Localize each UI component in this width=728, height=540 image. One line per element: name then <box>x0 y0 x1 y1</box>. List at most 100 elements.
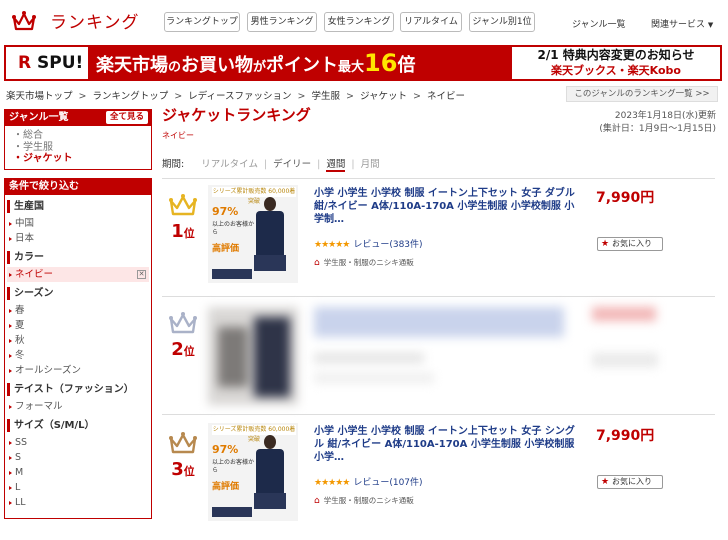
filter-item[interactable]: 冬 <box>7 348 149 363</box>
filter-item[interactable]: 中国 <box>7 216 149 231</box>
rank-value: 3 <box>171 459 184 480</box>
related-services-menu[interactable]: 関連サービス ▼ <box>651 17 713 30</box>
breadcrumb-item[interactable]: ランキングトップ <box>92 91 168 102</box>
breadcrumb-separator: > <box>346 91 354 102</box>
tab-divider: | <box>317 159 321 170</box>
filter-item[interactable]: S <box>7 450 149 465</box>
product-price: 7,990円 <box>596 190 655 206</box>
filter-item[interactable]: M <box>7 465 149 480</box>
nav-genre-first-button[interactable]: ジャンル別1位 <box>469 12 535 32</box>
product-image[interactable]: シリーズ累計販売数 60,000着突破 97% 以上のお客様から 高評価 <box>208 185 298 283</box>
nav-female-ranking-button[interactable]: 女性ランキング <box>324 12 394 32</box>
badge-text: 以上のお客様から <box>212 221 255 236</box>
rank-suffix: 位 <box>183 465 195 478</box>
filter-section-title: カラー <box>7 250 149 264</box>
nav-realtime-button[interactable]: リアルタイム <box>400 12 462 32</box>
product-title-link[interactable]: 小学 小学生 小学校 制服 イートン上下セット 女子 ダブル 紺/ネイビー A体… <box>314 187 576 226</box>
banner-text-b: の <box>168 60 182 75</box>
review-link[interactable]: レビュー(383件) <box>353 240 422 250</box>
tab-monthly[interactable]: 月間 <box>361 159 380 170</box>
product-image[interactable]: シリーズ累計販売数 60,000着突破 97% 以上のお客様から 高評価 <box>208 423 298 521</box>
filter-title: 条件で絞り込む <box>9 180 79 192</box>
genre-list-header: ジャンル一覧 全て見る <box>4 109 152 126</box>
rank-number: 3位 <box>166 459 200 483</box>
genre-ranking-list-link[interactable]: このジャンルのランキング一覧 >> <box>566 86 718 102</box>
filter-item[interactable]: 夏 <box>7 318 149 333</box>
tab-realtime[interactable]: リアルタイム <box>201 159 258 170</box>
filter-item[interactable]: 春 <box>7 303 149 318</box>
star-rating-icon: ★★★★★ <box>314 240 350 250</box>
favorite-button[interactable]: お気に入り <box>597 237 663 251</box>
product-price: 7,990円 <box>596 428 655 444</box>
rank-number: 2位 <box>166 339 200 363</box>
close-icon[interactable]: ✕ <box>137 269 146 279</box>
breadcrumb-item[interactable]: 楽天市場トップ <box>6 91 73 102</box>
breadcrumb-item[interactable]: ジャケット <box>360 91 407 102</box>
shop-name-link[interactable]: 学生服・制服のニシキ通販 <box>324 496 414 505</box>
filter-section-title: サイズ（S/M/L） <box>7 418 149 432</box>
genre-item-jacket[interactable]: ・ジャケット <box>13 153 145 165</box>
filter-section-title: テイスト（ファッション） <box>7 382 149 396</box>
filter-item[interactable]: 秋 <box>7 333 149 348</box>
promo-banner[interactable]: R SPU! 楽天市場のお買い物がポイント最大16倍 2/1 特典内容変更のお知… <box>4 45 722 81</box>
ranking-item-2: 2位 <box>162 296 715 414</box>
tab-divider: | <box>263 159 268 170</box>
filter-section-color: カラー ネイビー ✕ <box>7 250 149 282</box>
breadcrumb-item[interactable]: レディースファッション <box>188 91 291 102</box>
filter-item[interactable]: SS <box>7 435 149 450</box>
blurred-fav <box>592 353 658 367</box>
filter-item[interactable]: L <box>7 480 149 495</box>
rank-badge: 1位 <box>166 193 200 245</box>
blurred-price <box>592 307 656 321</box>
rank-suffix: 位 <box>183 345 195 358</box>
breadcrumb: 楽天市場トップ > ランキングトップ > レディースファッション > 学生服 > ジャケット > ネ… <box>6 88 465 102</box>
review-link[interactable]: レビュー(107件) <box>353 478 422 488</box>
shop-info: ⌂ 学生服・制服のニシキ通販 <box>314 495 414 506</box>
filter-item[interactable]: 日本 <box>7 231 149 246</box>
banner-big-number: 16 <box>364 49 398 77</box>
genre-item-uniform[interactable]: ・学生服 <box>13 142 145 154</box>
badge-eval: 高評価 <box>212 482 240 492</box>
tab-daily[interactable]: デイリー <box>273 159 311 170</box>
tab-divider: | <box>351 159 355 170</box>
blurred-shape <box>254 317 290 397</box>
filter-item-selected[interactable]: ネイビー ✕ <box>7 266 149 282</box>
blurred-shape <box>218 327 248 387</box>
nav-male-ranking-button[interactable]: 男性ランキング <box>247 12 317 32</box>
banner-text-g: 倍 <box>397 55 416 76</box>
genre-item-label: ジャケット <box>23 153 73 164</box>
update-info: 2023年1月18日(水)更新 (集計日：1月9日〜1月15日) <box>599 110 716 136</box>
genre-list: ・総合 ・学生服 ・ジャケット <box>4 126 152 170</box>
breadcrumb-item[interactable]: ネイビー <box>427 91 465 102</box>
product-image-blurred[interactable] <box>208 307 298 405</box>
filter-item[interactable]: LL <box>7 495 149 510</box>
filter-section-size: サイズ（S/M/L） SS S M L LL <box>7 418 149 510</box>
tab-weekly[interactable]: 週間 <box>326 159 346 172</box>
rank-number: 1位 <box>166 221 200 245</box>
product-title-link[interactable]: 小学 小学生 小学校 制服 イートン上下セット 女子 シングル 紺/ネイビー A… <box>314 425 576 464</box>
genre-list-link[interactable]: ジャンル一覧 <box>572 17 626 30</box>
rank-suffix: 位 <box>183 227 195 240</box>
banner-notice: 2/1 特典内容変更のお知らせ 楽天ブックス・楽天Kobo <box>512 47 720 79</box>
blurred-title <box>314 307 564 337</box>
favorite-button[interactable]: お気に入り <box>597 475 663 489</box>
crown-logo-icon <box>12 10 36 30</box>
nav-ranking-top-button[interactable]: ランキングトップ <box>164 12 240 32</box>
genre-item-all[interactable]: ・総合 <box>13 130 145 142</box>
spu-r: R <box>18 53 32 73</box>
banner-text-a: 楽天市場 <box>96 55 168 76</box>
bronze-crown-icon <box>169 432 197 454</box>
rating: ★★★★★ レビュー(107件) <box>314 475 423 488</box>
show-all-button[interactable]: 全て見る <box>105 111 148 124</box>
breadcrumb-item[interactable]: 学生服 <box>312 91 341 102</box>
shop-info: ⌂ 学生服・制服のニシキ通販 <box>314 257 414 268</box>
banner-notice-line1: 2/1 特典内容変更のお知らせ <box>537 48 695 62</box>
filter-section-title: シーズン <box>7 286 149 300</box>
filter-item[interactable]: オールシーズン <box>7 363 149 378</box>
genre-item-label: 学生服 <box>23 141 53 153</box>
shop-name-link[interactable]: 学生服・制服のニシキ通販 <box>324 258 414 267</box>
shop-home-icon: ⌂ <box>314 258 320 268</box>
ranking-logo[interactable]: ランキング <box>12 8 140 33</box>
filter-section-country: 生産国 中国 日本 <box>7 199 149 246</box>
filter-item[interactable]: フォーマル <box>7 399 149 414</box>
